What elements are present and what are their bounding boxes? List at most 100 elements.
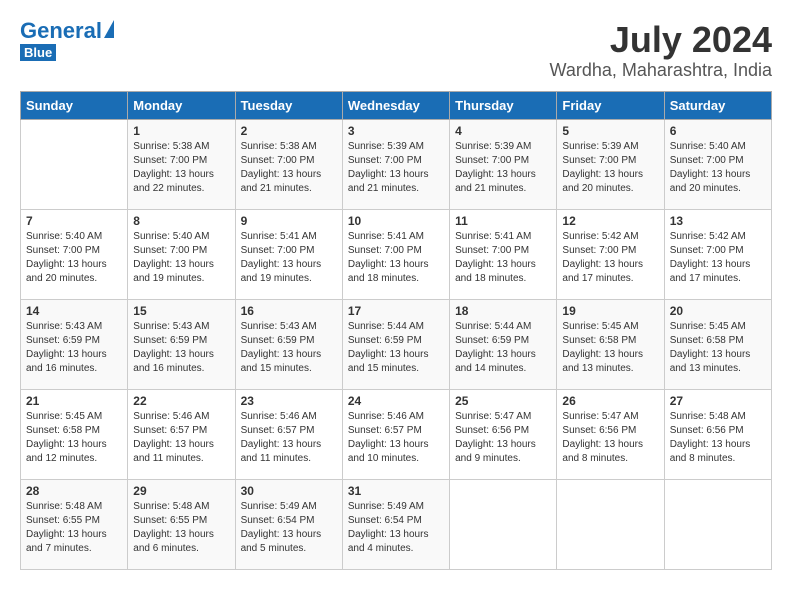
calendar-cell: 11 Sunrise: 5:41 AM Sunset: 7:00 PM Dayli… — [450, 209, 557, 299]
page-header: General Blue July 2024 Wardha, Maharasht… — [20, 20, 772, 81]
day-number: 31 — [348, 484, 444, 498]
logo: General Blue — [20, 20, 114, 61]
day-info: Sunrise: 5:48 AM Sunset: 6:56 PM Dayligh… — [670, 410, 766, 466]
day-number: 8 — [133, 214, 229, 228]
calendar-week-1: 1 Sunrise: 5:38 AM Sunset: 7:00 PM Daylig… — [21, 119, 772, 209]
day-number: 27 — [670, 394, 766, 408]
calendar-cell: 21Sunrise: 5:45 AM Sunset: 6:58 PM Dayli… — [21, 389, 128, 479]
weekday-header-saturday: Saturday — [664, 91, 771, 119]
day-info: Sunrise: 5:39 AM Sunset: 7:00 PM Dayligh… — [348, 140, 444, 196]
day-info: Sunrise: 5:42 AM Sunset: 7:00 PM Dayligh… — [670, 230, 766, 286]
day-info: Sunrise: 5:40 AM Sunset: 7:00 PM Dayligh… — [133, 230, 229, 286]
day-info: Sunrise: 5:48 AM Sunset: 6:55 PM Dayligh… — [26, 500, 122, 556]
day-number: 22 — [133, 394, 229, 408]
day-number: 20 — [670, 304, 766, 318]
calendar-cell: 5 Sunrise: 5:39 AM Sunset: 7:00 PM Daylig… — [557, 119, 664, 209]
calendar-cell: 24 Sunrise: 5:46 AM Sunset: 6:57 PM Dayli… — [342, 389, 449, 479]
day-info: Sunrise: 5:44 AM Sunset: 6:59 PM Dayligh… — [455, 320, 551, 376]
calendar-cell: 28 Sunrise: 5:48 AM Sunset: 6:55 PM Dayli… — [21, 479, 128, 569]
day-info: Sunrise: 5:39 AM Sunset: 7:00 PM Dayligh… — [562, 140, 658, 196]
weekday-header-tuesday: Tuesday — [235, 91, 342, 119]
day-number: 15 — [133, 304, 229, 318]
calendar-cell: 8 Sunrise: 5:40 AM Sunset: 7:00 PM Daylig… — [128, 209, 235, 299]
day-number: 21 — [26, 394, 122, 408]
day-number: 11 — [455, 214, 551, 228]
calendar-cell: 17 Sunrise: 5:44 AM Sunset: 6:59 PM Dayli… — [342, 299, 449, 389]
calendar-cell: 23 Sunrise: 5:46 AM Sunset: 6:57 PM Dayli… — [235, 389, 342, 479]
day-number: 13 — [670, 214, 766, 228]
day-number: 17 — [348, 304, 444, 318]
day-number: 5 — [562, 124, 658, 138]
day-info: Sunrise: 5:42 AM Sunset: 7:00 PM Dayligh… — [562, 230, 658, 286]
day-info: Sunrise: 5:48 AM Sunset: 6:55 PM Dayligh… — [133, 500, 229, 556]
day-info: Sunrise: 5:46 AM Sunset: 6:57 PM Dayligh… — [241, 410, 337, 466]
calendar-body: 1 Sunrise: 5:38 AM Sunset: 7:00 PM Daylig… — [21, 119, 772, 569]
day-number: 14 — [26, 304, 122, 318]
calendar-cell: 6 Sunrise: 5:40 AM Sunset: 7:00 PM Daylig… — [664, 119, 771, 209]
calendar-cell: 30 Sunrise: 5:49 AM Sunset: 6:54 PM Dayli… — [235, 479, 342, 569]
day-number: 4 — [455, 124, 551, 138]
calendar-cell: 22 Sunrise: 5:46 AM Sunset: 6:57 PM Dayli… — [128, 389, 235, 479]
day-number: 25 — [455, 394, 551, 408]
day-info: Sunrise: 5:49 AM Sunset: 6:54 PM Dayligh… — [241, 500, 337, 556]
day-number: 12 — [562, 214, 658, 228]
weekday-header-row: SundayMondayTuesdayWednesdayThursdayFrid… — [21, 91, 772, 119]
day-info: Sunrise: 5:41 AM Sunset: 7:00 PM Dayligh… — [241, 230, 337, 286]
calendar-cell: 19Sunrise: 5:45 AM Sunset: 6:58 PM Dayli… — [557, 299, 664, 389]
day-number: 28 — [26, 484, 122, 498]
day-number: 26 — [562, 394, 658, 408]
calendar-week-2: 7 Sunrise: 5:40 AM Sunset: 7:00 PM Daylig… — [21, 209, 772, 299]
calendar-cell — [557, 479, 664, 569]
calendar-cell: 2 Sunrise: 5:38 AM Sunset: 7:00 PM Daylig… — [235, 119, 342, 209]
calendar-cell: 4 Sunrise: 5:39 AM Sunset: 7:00 PM Daylig… — [450, 119, 557, 209]
logo-general: General — [20, 20, 102, 42]
day-info: Sunrise: 5:47 AM Sunset: 6:56 PM Dayligh… — [562, 410, 658, 466]
day-info: Sunrise: 5:44 AM Sunset: 6:59 PM Dayligh… — [348, 320, 444, 376]
logo-blue-text: Blue — [20, 44, 56, 61]
calendar-cell: 27 Sunrise: 5:48 AM Sunset: 6:56 PM Dayli… — [664, 389, 771, 479]
weekday-header-sunday: Sunday — [21, 91, 128, 119]
day-info: Sunrise: 5:38 AM Sunset: 7:00 PM Dayligh… — [133, 140, 229, 196]
day-info: Sunrise: 5:46 AM Sunset: 6:57 PM Dayligh… — [348, 410, 444, 466]
day-number: 10 — [348, 214, 444, 228]
day-info: Sunrise: 5:46 AM Sunset: 6:57 PM Dayligh… — [133, 410, 229, 466]
day-info: Sunrise: 5:41 AM Sunset: 7:00 PM Dayligh… — [348, 230, 444, 286]
day-number: 2 — [241, 124, 337, 138]
day-info: Sunrise: 5:49 AM Sunset: 6:54 PM Dayligh… — [348, 500, 444, 556]
calendar-week-3: 14 Sunrise: 5:43 AM Sunset: 6:59 PM Dayli… — [21, 299, 772, 389]
month-title: July 2024 — [550, 20, 772, 60]
day-number: 19 — [562, 304, 658, 318]
day-number: 7 — [26, 214, 122, 228]
day-info: Sunrise: 5:45 AM Sunset: 6:58 PM Dayligh… — [670, 320, 766, 376]
day-number: 29 — [133, 484, 229, 498]
calendar-cell: 20 Sunrise: 5:45 AM Sunset: 6:58 PM Dayli… — [664, 299, 771, 389]
calendar-cell: 29 Sunrise: 5:48 AM Sunset: 6:55 PM Dayli… — [128, 479, 235, 569]
day-info: Sunrise: 5:40 AM Sunset: 7:00 PM Dayligh… — [670, 140, 766, 196]
calendar-cell: 14 Sunrise: 5:43 AM Sunset: 6:59 PM Dayli… — [21, 299, 128, 389]
day-info: Sunrise: 5:43 AM Sunset: 6:59 PM Dayligh… — [241, 320, 337, 376]
weekday-header-thursday: Thursday — [450, 91, 557, 119]
day-info: Sunrise: 5:47 AM Sunset: 6:56 PM Dayligh… — [455, 410, 551, 466]
day-number: 1 — [133, 124, 229, 138]
calendar-week-5: 28 Sunrise: 5:48 AM Sunset: 6:55 PM Dayli… — [21, 479, 772, 569]
day-info: Sunrise: 5:43 AM Sunset: 6:59 PM Dayligh… — [26, 320, 122, 376]
calendar-cell — [21, 119, 128, 209]
day-number: 30 — [241, 484, 337, 498]
day-number: 6 — [670, 124, 766, 138]
day-info: Sunrise: 5:41 AM Sunset: 7:00 PM Dayligh… — [455, 230, 551, 286]
calendar-cell: 31 Sunrise: 5:49 AM Sunset: 6:54 PM Dayli… — [342, 479, 449, 569]
calendar-cell: 16Sunrise: 5:43 AM Sunset: 6:59 PM Dayli… — [235, 299, 342, 389]
day-info: Sunrise: 5:38 AM Sunset: 7:00 PM Dayligh… — [241, 140, 337, 196]
weekday-header-wednesday: Wednesday — [342, 91, 449, 119]
weekday-header-monday: Monday — [128, 91, 235, 119]
calendar-cell: 15Sunrise: 5:43 AM Sunset: 6:59 PM Dayli… — [128, 299, 235, 389]
weekday-header-friday: Friday — [557, 91, 664, 119]
title-area: July 2024 Wardha, Maharashtra, India — [550, 20, 772, 81]
day-number: 23 — [241, 394, 337, 408]
day-number: 3 — [348, 124, 444, 138]
calendar-table: SundayMondayTuesdayWednesdayThursdayFrid… — [20, 91, 772, 570]
calendar-cell: 18Sunrise: 5:44 AM Sunset: 6:59 PM Dayli… — [450, 299, 557, 389]
calendar-cell: 1 Sunrise: 5:38 AM Sunset: 7:00 PM Daylig… — [128, 119, 235, 209]
day-number: 24 — [348, 394, 444, 408]
day-info: Sunrise: 5:39 AM Sunset: 7:00 PM Dayligh… — [455, 140, 551, 196]
